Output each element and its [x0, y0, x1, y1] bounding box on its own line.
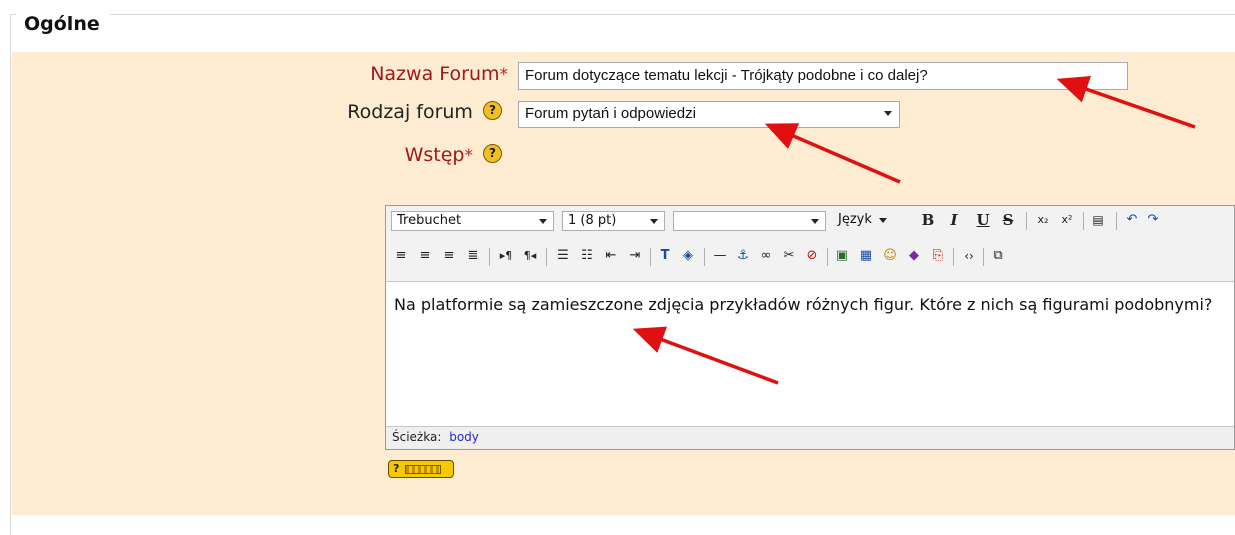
annotation-arrow [764, 123, 901, 184]
annotation-arrows [632, 75, 1196, 385]
annotation-arrow [1056, 75, 1196, 129]
annotation-arrow [632, 326, 779, 385]
